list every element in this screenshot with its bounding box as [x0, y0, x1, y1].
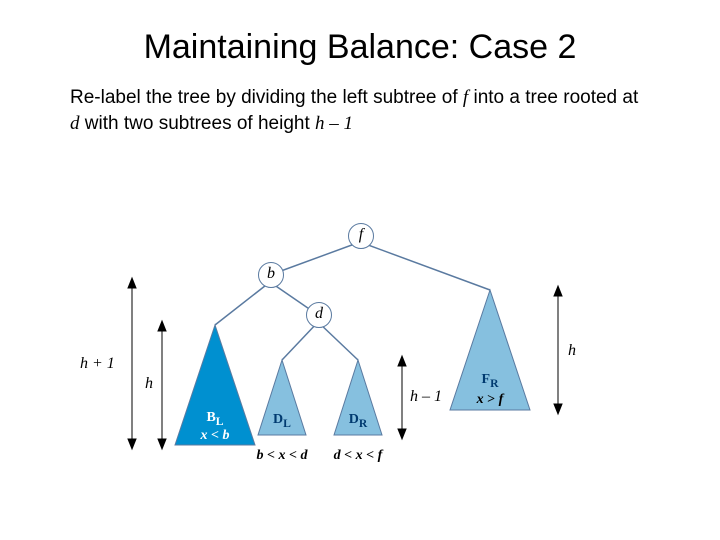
height-h-right: h: [568, 342, 576, 360]
node-d: d: [306, 302, 332, 328]
height-hminus1: h – 1: [410, 388, 442, 406]
var-d: d: [70, 113, 80, 134]
tree-diagram: f b d BL x < b DL b < x < d DR d < x < f…: [110, 220, 610, 500]
subtree-BL-label: BL: [195, 410, 235, 428]
subtree-FR-label: FR: [470, 372, 510, 390]
subtree-DL-label: DL: [262, 412, 302, 430]
slide-title: Maintaining Balance: Case 2: [0, 0, 720, 67]
subtree-FR-cond: x > f: [450, 392, 530, 408]
height-hplus1: h + 1: [80, 355, 115, 373]
height-h-left: h: [145, 375, 153, 393]
subtree-DL-cond: b < x < d: [242, 448, 322, 464]
desc-text-2: into a tree rooted at: [468, 87, 638, 108]
node-f: f: [348, 223, 374, 249]
slide-description: Re-label the tree by dividing the left s…: [0, 67, 720, 136]
desc-text-3: with two subtrees of height: [80, 113, 316, 134]
subtree-BL-cond: x < b: [175, 428, 255, 444]
subtree-DR-label: DR: [338, 412, 378, 430]
subtree-DR-cond: d < x < f: [318, 448, 398, 464]
desc-text-1: Re-label the tree by dividing the left s…: [70, 87, 463, 108]
node-b: b: [258, 262, 284, 288]
var-h: h – 1: [315, 113, 353, 134]
